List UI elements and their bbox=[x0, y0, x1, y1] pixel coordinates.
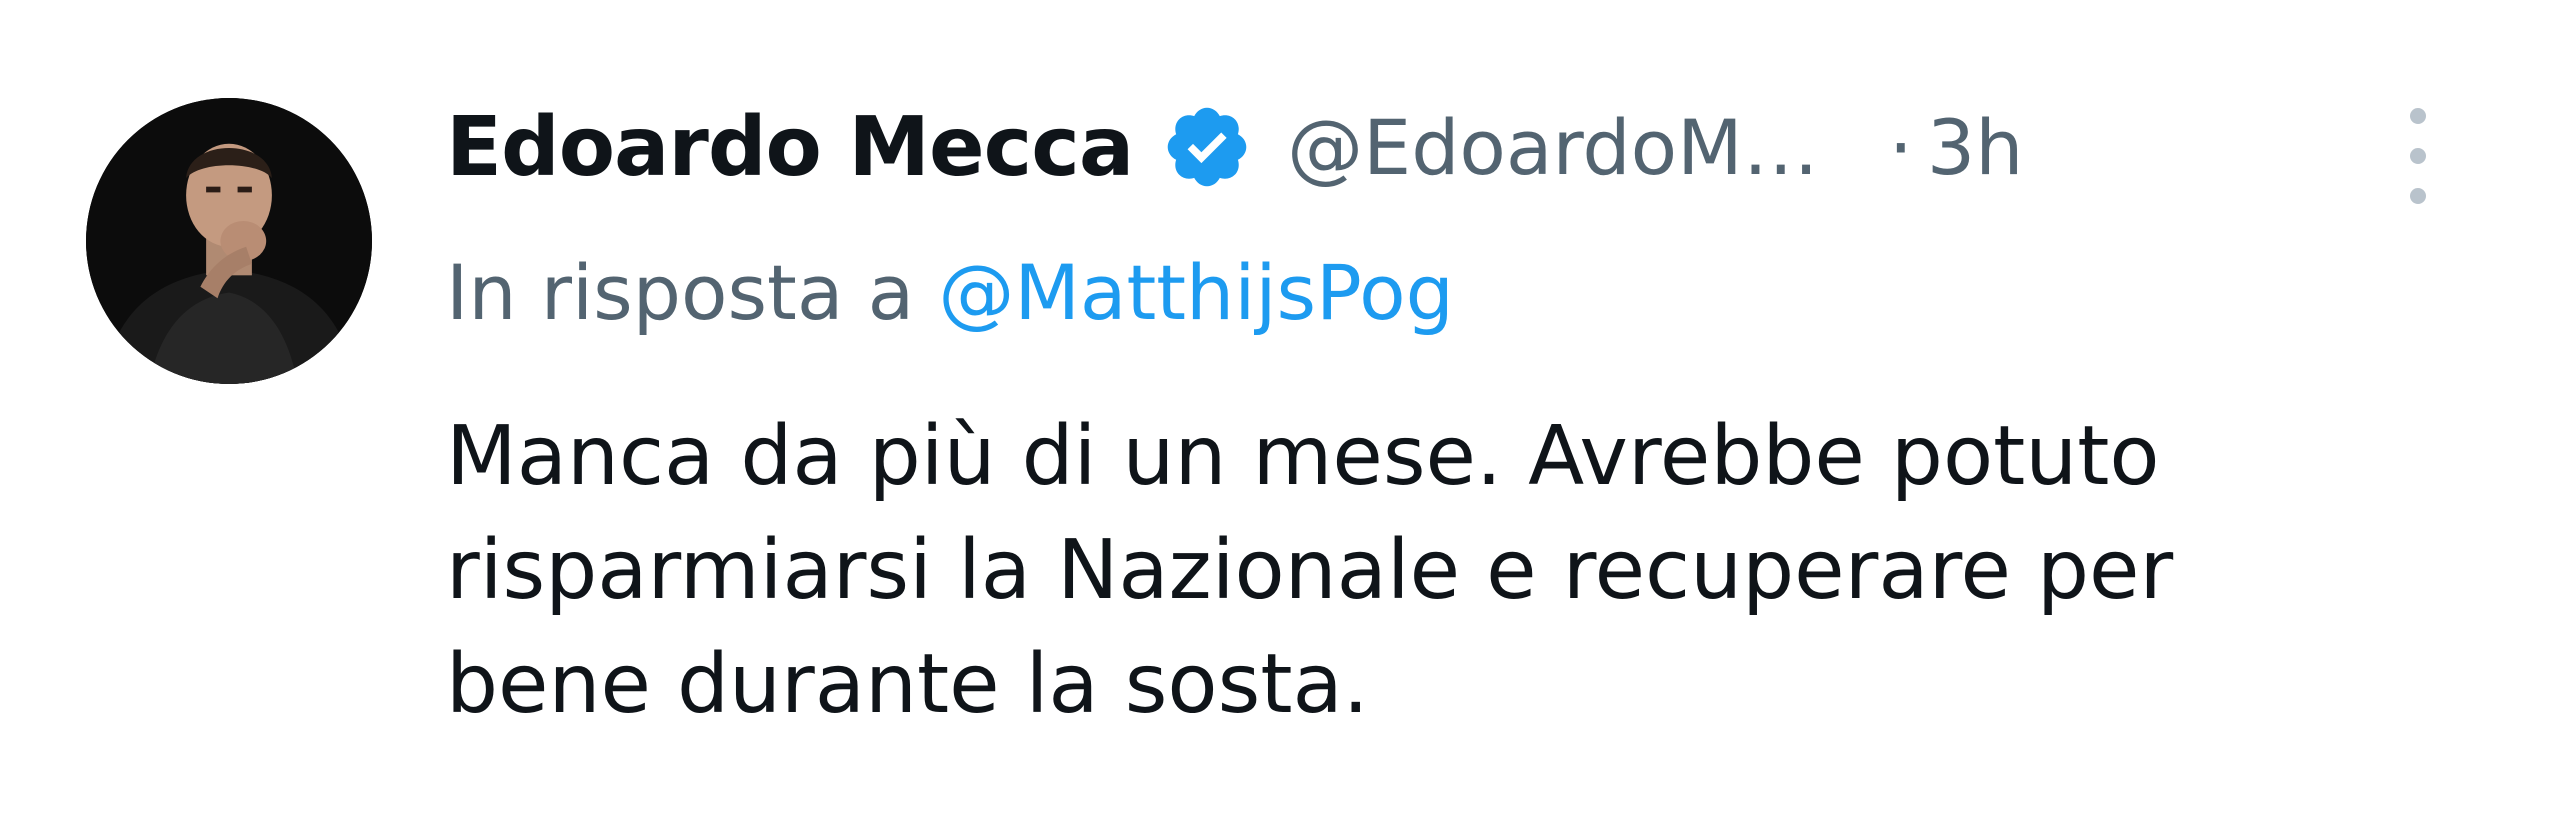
timestamp[interactable]: 3h bbox=[1927, 103, 2024, 192]
verified-badge-icon[interactable] bbox=[1161, 101, 1253, 193]
more-dot bbox=[2410, 108, 2426, 124]
tweet-text: Manca da più di un mese. Avrebbe potuto … bbox=[446, 400, 2526, 742]
display-name[interactable]: Edoardo Mecca bbox=[446, 100, 1134, 195]
avatar[interactable] bbox=[86, 98, 372, 384]
reply-prefix: In risposta a bbox=[446, 248, 915, 337]
tweet-header: Edoardo Mecca @EdoardoM… · 3h bbox=[446, 92, 2023, 202]
tweet-text-line: bene durante la sosta. bbox=[446, 637, 1369, 732]
reply-context: In risposta a @MatthijsPog bbox=[446, 248, 1454, 337]
more-options-icon[interactable] bbox=[2398, 108, 2438, 204]
more-dot bbox=[2410, 188, 2426, 204]
avatar-photo bbox=[86, 98, 372, 384]
more-dot bbox=[2410, 148, 2426, 164]
tweet-text-line: risparmiarsi la Nazionale e recuperare p… bbox=[446, 523, 2174, 618]
tweet-card: Edoardo Mecca @EdoardoM… · 3h In rispost… bbox=[0, 0, 2560, 820]
tweet-text-line: Manca da più di un mese. Avrebbe potuto bbox=[446, 409, 2160, 504]
reply-mention-link[interactable]: @MatthijsPog bbox=[938, 248, 1454, 337]
separator-dot: · bbox=[1888, 102, 1913, 192]
user-handle[interactable]: @EdoardoM… bbox=[1287, 103, 1819, 192]
